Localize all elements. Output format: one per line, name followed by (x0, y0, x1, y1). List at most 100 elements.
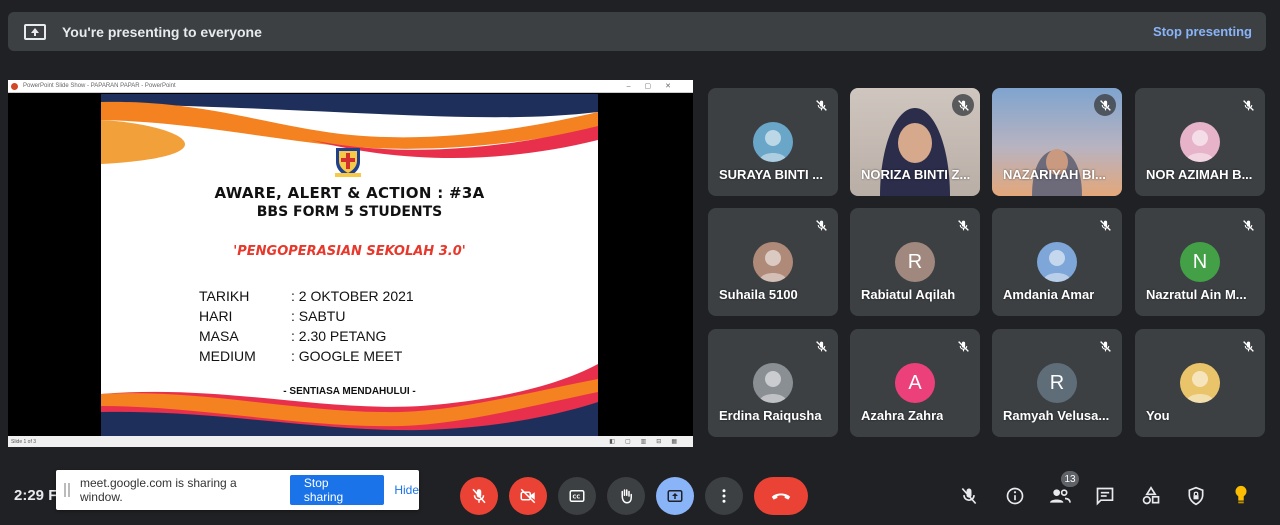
chat-icon (1096, 487, 1114, 506)
participant-name: Nazratul Ain M... (1146, 287, 1247, 302)
avatar-initial: A (908, 371, 922, 394)
slide-footer: - SENTIASA MENDAHULUI - (283, 386, 416, 397)
detail-label: TARIKH (199, 288, 250, 304)
participant-avatar (753, 363, 793, 403)
muted-mic-icon (810, 335, 832, 357)
sharing-message: meet.google.com is sharing a window. (79, 476, 237, 504)
info-icon (1006, 487, 1024, 505)
participant-tile[interactable]: R Rabiatul Aqilah (850, 208, 980, 316)
participant-tile[interactable]: Suhaila 5100 (708, 208, 838, 316)
raise-hand-button[interactable] (607, 477, 645, 515)
powerpoint-window-title: PowerPoint Slide Show - PAPARAN PAPAR - … (23, 83, 176, 89)
participant-avatar (1180, 122, 1220, 162)
mic-off-icon (472, 488, 486, 504)
participant-name: Suhaila 5100 (719, 287, 798, 302)
stop-sharing-button[interactable]: Stop sharing (289, 475, 385, 505)
participant-tile[interactable]: NORIZA BINTI Z... (850, 88, 980, 196)
detail-row: TARIKH : 2 OKTOBER 2021 (199, 286, 414, 306)
powerpoint-statusbar: Slide 1 of 3 ◧▢▥⊟▦ (8, 436, 693, 447)
participant-avatar (753, 122, 793, 162)
host-mic-control-button[interactable] (956, 483, 982, 509)
window-controls: –▢✕ (626, 83, 685, 90)
camera-toggle-button[interactable] (509, 477, 547, 515)
activities-icon (1142, 486, 1160, 505)
participant-avatar: R (1037, 363, 1077, 403)
slide-counter: Slide 1 of 3 (11, 438, 37, 445)
avatar-initial: R (1049, 371, 1065, 394)
participant-name: You (1146, 408, 1170, 423)
avatar-initial: R (907, 250, 923, 273)
participant-name: Ramyah Velusa... (1003, 408, 1110, 423)
participant-tile[interactable]: NOR AZIMAH B... (1135, 88, 1265, 196)
more-options-button[interactable] (705, 477, 743, 515)
participant-name: SURAYA BINTI ... (719, 167, 824, 182)
detail-value: : 2 OKTOBER 2021 (291, 288, 414, 304)
participant-tile[interactable]: Amdania Amar (992, 208, 1122, 316)
stop-presenting-button[interactable]: Stop presenting (1153, 24, 1252, 39)
detail-row: HARI: SABTU (199, 306, 414, 326)
present-screen-icon (24, 23, 46, 40)
participant-avatar (1037, 242, 1077, 282)
participant-name: Erdina Raiqusha (719, 408, 822, 423)
detail-value: : SABTU (291, 308, 346, 324)
muted-mic-icon (952, 335, 974, 357)
lightbulb-icon (1235, 485, 1247, 504)
activities-button[interactable] (1138, 483, 1164, 509)
mic-off-icon (961, 487, 977, 505)
participant-tile[interactable]: N Nazratul Ain M... (1135, 208, 1265, 316)
people-count-badge: 13 (1061, 471, 1079, 487)
people-icon (1050, 489, 1071, 503)
muted-mic-icon (1094, 335, 1116, 357)
host-controls-button[interactable] (1183, 483, 1209, 509)
detail-row: MEDIUM: GOOGLE MEET (199, 346, 414, 366)
hang-up-icon (771, 493, 791, 500)
captions-button[interactable]: CC (558, 477, 596, 515)
muted-mic-icon (952, 94, 974, 116)
participant-tile[interactable]: SURAYA BINTI ... (708, 88, 838, 196)
participant-tile[interactable]: A Azahra Zahra (850, 329, 980, 437)
participant-avatar: R (895, 242, 935, 282)
slide-subtitle: 'PENGOPERASIAN SEKOLAH 3.0' (233, 244, 466, 259)
microphone-toggle-button[interactable] (460, 477, 498, 515)
presenting-status-text: You're presenting to everyone (62, 23, 262, 40)
chat-button[interactable] (1092, 483, 1118, 509)
slide-title-line2: BBS FORM 5 STUDENTS (256, 204, 443, 220)
powerpoint-titlebar: PowerPoint Slide Show - PAPARAN PAPAR - … (8, 80, 693, 93)
participant-name: NOR AZIMAH B... (1146, 167, 1253, 182)
meeting-details-button[interactable] (1002, 483, 1028, 509)
participant-tile[interactable]: NAZARIYAH BI... (992, 88, 1122, 196)
muted-mic-icon (1237, 94, 1259, 116)
muted-mic-icon (952, 214, 974, 236)
muted-mic-icon (810, 94, 832, 116)
meet-window: You're presenting to everyone Stop prese… (0, 0, 1280, 525)
slideshow-controls[interactable]: ◧▢▥⊟▦ (609, 438, 687, 445)
camera-off-icon (520, 488, 536, 504)
drag-handle-icon[interactable] (64, 483, 70, 497)
participant-tile[interactable]: R Ramyah Velusa... (992, 329, 1122, 437)
participant-name: Amdania Amar (1003, 287, 1095, 302)
hide-notification-button[interactable]: Hide (394, 483, 419, 497)
extension-button[interactable] (1228, 483, 1254, 509)
school-crest-logo (335, 148, 361, 177)
powerpoint-icon (11, 82, 18, 90)
participant-avatar: A (895, 363, 935, 403)
muted-mic-icon (810, 214, 832, 236)
participant-tile[interactable]: Erdina Raiqusha (708, 329, 838, 437)
participant-name: NORIZA BINTI Z... (861, 167, 971, 182)
participant-tile[interactable]: You (1135, 329, 1265, 437)
participant-avatar (1180, 363, 1220, 403)
present-now-button[interactable] (656, 477, 694, 515)
leave-call-button[interactable] (754, 477, 808, 515)
shield-lock-icon (1188, 486, 1204, 506)
captions-icon: CC (569, 490, 585, 502)
muted-mic-icon (1237, 214, 1259, 236)
participant-avatar: N (1180, 242, 1220, 282)
detail-value: : 2.30 PETANG (291, 328, 387, 344)
avatar-initial: N (1192, 250, 1208, 273)
presenting-banner: You're presenting to everyone Stop prese… (8, 12, 1266, 51)
shared-presentation: PowerPoint Slide Show - PAPARAN PAPAR - … (8, 80, 693, 447)
muted-mic-icon (1094, 214, 1116, 236)
detail-value: : GOOGLE MEET (291, 348, 403, 364)
detail-label: MASA (199, 328, 239, 344)
muted-mic-icon (1094, 94, 1116, 116)
